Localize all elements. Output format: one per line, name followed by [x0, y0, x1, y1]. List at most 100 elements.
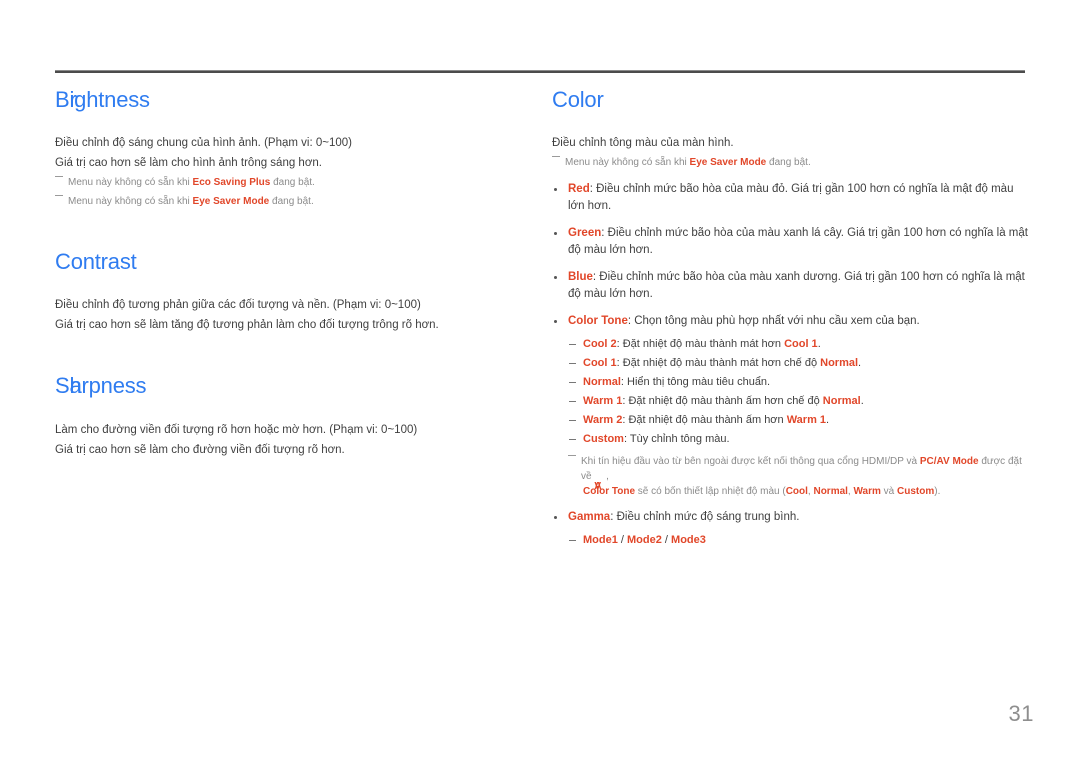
note-part-1: Khi tín hiệu đầu vào từ bên ngoài được k… — [581, 456, 920, 468]
subitem-keyword: Warm 2 — [583, 414, 623, 427]
subitem-keyword: Custom — [583, 433, 624, 446]
note-eco-saving-plus: Menu này không có sẵn khi Eco Saving Plu… — [55, 175, 505, 191]
note-keyword: Eye Saver Mode — [192, 196, 270, 208]
color-intro: Điều chỉnh tông màu của màn hình. — [552, 137, 734, 150]
list-item-red: Red: Điều chỉnh mức bão hòa của màu đỏ. … — [552, 181, 1030, 215]
av-glyph-b: V — [594, 481, 602, 493]
note-keyword-color-tone: Color Tone — [583, 486, 636, 498]
body-line: Giá trị cao hơn sẽ làm tăng độ tương phả… — [55, 319, 439, 332]
section-title-brightness: Brightness — [55, 87, 150, 112]
body-line: Điều chỉnh độ sáng chung của hình ảnh. (… — [55, 137, 352, 150]
note-post: đang bật. — [270, 177, 315, 189]
subitem-warm-2: Warm 2: Đặt nhiệt độ màu thành ấm hơn Wa… — [568, 411, 1030, 429]
title-rest: arpness — [69, 373, 147, 399]
option-keyword: Gamma — [568, 511, 611, 524]
body-line: Giá trị cao hơn sẽ làm cho đường viền đố… — [55, 443, 345, 456]
subitem-keyword-2: Normal — [822, 395, 861, 408]
header-rule — [55, 70, 1025, 73]
option-text: : Điều chỉnh mức bão hòa của màu xanh dư… — [568, 271, 1025, 301]
note-dash-icon — [552, 156, 560, 158]
body-line: Làm cho đường viền đối tượng rõ hơn hoặc… — [55, 423, 418, 436]
note-continuation: Color Tone sẽ có bốn thiết lập nhiệt độ … — [581, 484, 1030, 499]
note-keyword-warm: Warm — [853, 486, 881, 498]
subitem-text: : Tùy chỉnh tông màu. — [623, 433, 730, 446]
subitem-end: . — [860, 395, 864, 408]
note-color-eye-saver-mode: Menu này không có sẵn khi Eye Saver Mode… — [552, 155, 1030, 171]
subitem-text: : Đặt nhiệt độ màu thành mát hơn chế độ — [616, 357, 821, 370]
subitem-text: : Đặt nhiệt độ màu thành mát hơn — [616, 338, 785, 351]
section-sharpness: Sharpness Làm cho đường viền đối tượng r… — [55, 374, 505, 458]
gamma-mode-2: Mode2 — [627, 534, 662, 547]
note-part-7: và — [880, 486, 898, 498]
section-contrast: Contrast Điều chỉnh độ tương phản giữa c… — [55, 250, 505, 334]
note-pre: Menu này không có sẵn khi — [68, 177, 193, 189]
gamma-mode-3: Mode3 — [671, 534, 706, 547]
subitem-cool-1: Cool 1: Đặt nhiệt độ màu thành mát hơn c… — [568, 354, 1030, 372]
option-text: : Điều chỉnh mức bão hòa của màu xanh lá… — [568, 227, 1028, 257]
list-item-gamma: Gamma: Điều chỉnh mức độ sáng trung bình… — [552, 509, 1030, 549]
note-dash-icon — [55, 195, 63, 197]
subitem-keyword: Cool 2 — [583, 338, 617, 351]
bullet-dot-icon — [554, 516, 557, 520]
note-post: đang bật. — [269, 196, 314, 208]
option-keyword: Red — [568, 183, 590, 196]
note-keyword-cool: Cool — [785, 486, 808, 498]
subitem-keyword-2: Normal — [820, 357, 859, 370]
section-title-contrast: Contrast — [55, 250, 505, 274]
option-text: : Điều chỉnh mức bão hòa của màu đỏ. Giá… — [568, 183, 1014, 213]
note-keyword-normal: Normal — [813, 486, 848, 498]
option-keyword: Green — [568, 227, 602, 240]
sub-dash-icon — [569, 382, 576, 384]
subitem-warm-1: Warm 1: Đặt nhiệt độ màu thành ấm hơn ch… — [568, 392, 1030, 410]
note-pre: Menu này không có sẵn khi — [565, 157, 690, 169]
note-pc-av-mode: Khi tín hiệu đầu vào từ bên ngoài được k… — [568, 454, 1030, 499]
note-keyword-custom: Custom — [897, 486, 935, 498]
body-line: Giá trị cao hơn sẽ làm cho hình ảnh trôn… — [55, 157, 322, 170]
section-brightness: Brightness Điều chỉnh độ sáng chung của … — [55, 87, 505, 210]
list-item-blue: Blue: Điều chỉnh mức bão hòa của màu xan… — [552, 269, 1030, 303]
option-text: : Chọn tông màu phù hợp nhất với nhu cầu… — [627, 315, 920, 328]
bullet-dot-icon — [554, 276, 557, 280]
subitem-text: : Hiển thị tông màu tiêu chuẩn. — [620, 376, 771, 389]
note-keyword-pc-av-mode: PC/AV Mode — [919, 456, 979, 468]
title-head: B — [55, 87, 70, 112]
color-options-list: Red: Điều chỉnh mức bão hòa của màu đỏ. … — [552, 181, 1030, 549]
note-keyword: Eco Saving Plus — [192, 177, 271, 189]
subitem-end: . — [858, 357, 862, 370]
sub-dash-icon — [569, 401, 576, 403]
note-part-8: ). — [934, 486, 941, 498]
subitem-keyword-2: Warm 1 — [786, 414, 827, 427]
note-part-3: , — [603, 471, 609, 483]
subitem-custom: Custom: Tùy chỉnh tông màu. — [568, 430, 1030, 448]
document-page: Brightness Điều chỉnh độ sáng chung của … — [0, 0, 1080, 763]
title-rest: ightness — [69, 87, 150, 112]
subitem-text: : Đặt nhiệt độ màu thành ấm hơn chế độ — [622, 395, 823, 408]
gamma-sep-2: / — [661, 534, 672, 547]
sub-dash-icon — [569, 420, 576, 422]
sub-dash-icon — [569, 439, 576, 441]
title-head: S — [55, 373, 70, 399]
list-item-green: Green: Điều chỉnh mức bão hòa của màu xa… — [552, 225, 1030, 259]
subitem-keyword: Warm 1 — [583, 395, 623, 408]
bullet-dot-icon — [554, 320, 557, 324]
subitem-keyword: Cool 1 — [583, 357, 617, 370]
option-keyword: Blue — [568, 271, 593, 284]
section-title-color: Color — [552, 87, 604, 112]
subitem-normal: Normal: Hiển thị tông màu tiêu chuẩn. — [568, 373, 1030, 391]
subitem-text: : Đặt nhiệt độ màu thành ấm hơn — [622, 414, 787, 427]
option-text: : Điều chỉnh mức độ sáng trung bình. — [610, 511, 800, 524]
bullet-dot-icon — [554, 232, 557, 236]
title-head: Contrast — [55, 249, 137, 275]
gamma-mode-1: Mode1 — [583, 534, 618, 547]
gamma-sep-1: / — [617, 534, 628, 547]
sub-dash-icon — [569, 363, 576, 365]
note-pre: Menu này không có sẵn khi — [68, 196, 193, 208]
page-number: 31 — [1008, 701, 1034, 726]
list-item-color-tone: Color Tone : Chọn tông màu phù hợp nhất v… — [552, 313, 1030, 499]
sub-dash-icon — [569, 344, 576, 346]
left-column: Brightness Điều chỉnh độ sáng chung của … — [55, 87, 505, 461]
subitem-keyword-2: Cool 1 — [784, 338, 818, 351]
note-post: đang bật. — [766, 157, 811, 169]
note-dash-icon — [55, 176, 63, 178]
subitem-gamma-modes: Mode1 / Mode2 / Mode3 — [568, 531, 1030, 549]
